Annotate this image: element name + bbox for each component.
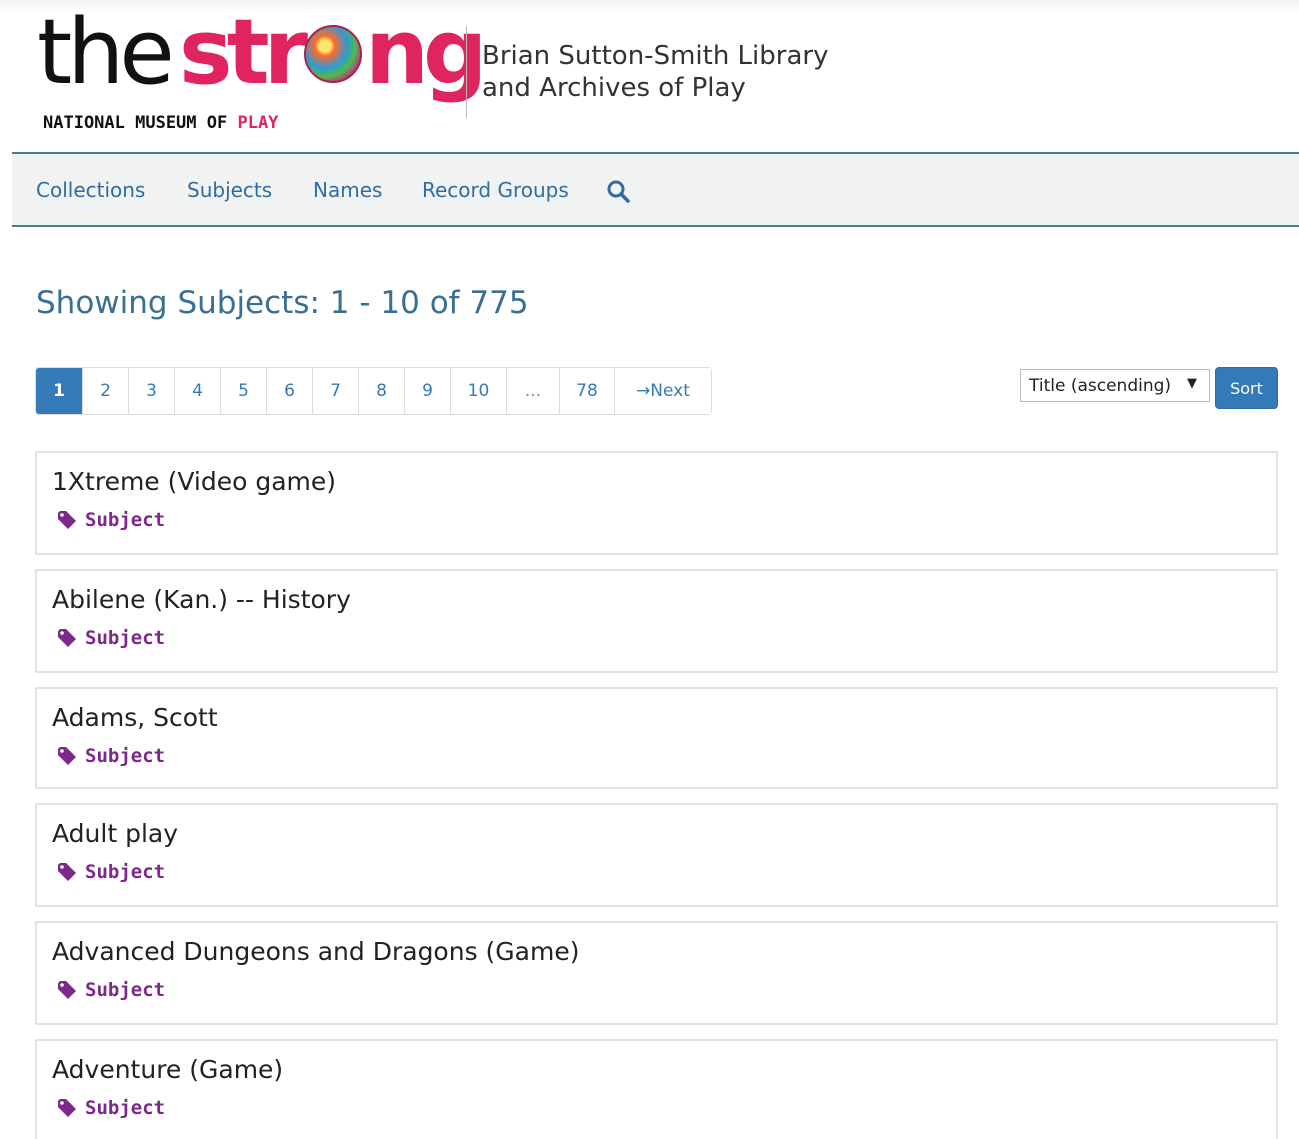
nav-subjects[interactable]: Subjects	[187, 178, 272, 202]
page: the str ng NATIONAL MUSEUM OF PLAY Brian …	[0, 0, 1299, 1139]
header-divider	[466, 26, 467, 118]
library-name: Brian Sutton-Smith Library and Archives …	[482, 41, 829, 103]
sort-button[interactable]: Sort	[1215, 367, 1278, 409]
tag-icon	[58, 863, 76, 881]
page-78[interactable]: 78	[560, 368, 615, 414]
sort-select[interactable]: Title (ascending) ▼	[1020, 369, 1210, 402]
result-type-badge: Subject	[57, 979, 165, 1001]
result-item: Adventure (Game) Subject	[35, 1039, 1278, 1139]
pagination: 1 2 3 4 5 6 7 8 9 10 ... 78 →Next	[35, 367, 712, 415]
marble-icon	[303, 25, 362, 83]
page-8[interactable]: 8	[359, 368, 405, 414]
tag-icon	[58, 747, 76, 765]
main-nav: Collections Subjects Names Record Groups	[12, 152, 1299, 227]
tag-icon	[58, 511, 76, 529]
result-type-badge: Subject	[57, 509, 165, 531]
result-type-badge: Subject	[57, 861, 165, 883]
result-type-badge: Subject	[57, 1097, 165, 1119]
page-3[interactable]: 3	[129, 368, 175, 414]
result-title[interactable]: Adult play	[52, 819, 178, 848]
result-title[interactable]: Adventure (Game)	[52, 1055, 283, 1084]
result-item: Adams, Scott Subject	[35, 687, 1278, 789]
nav-record-groups[interactable]: Record Groups	[422, 178, 569, 202]
page-4[interactable]: 4	[175, 368, 221, 414]
nav-collections[interactable]: Collections	[36, 178, 145, 202]
museum-logo[interactable]: the str ng NATIONAL MUSEUM OF PLAY	[37, 8, 487, 140]
page-9[interactable]: 9	[405, 368, 451, 414]
nav-names[interactable]: Names	[313, 178, 382, 202]
page-7[interactable]: 7	[313, 368, 359, 414]
page-10[interactable]: 10	[451, 368, 507, 414]
result-item: 1Xtreme (Video game) Subject	[35, 451, 1278, 555]
result-title[interactable]: Advanced Dungeons and Dragons (Game)	[52, 937, 579, 966]
page-2[interactable]: 2	[83, 368, 129, 414]
chevron-down-icon: ▼	[1187, 376, 1197, 391]
search-icon[interactable]	[606, 179, 630, 203]
tag-icon	[58, 1099, 76, 1117]
page-6[interactable]: 6	[267, 368, 313, 414]
result-item: Advanced Dungeons and Dragons (Game) Sub…	[35, 921, 1278, 1025]
site-header: the str ng NATIONAL MUSEUM OF PLAY Brian …	[12, 8, 1299, 152]
page-ellipsis: ...	[507, 368, 560, 414]
result-title[interactable]: 1Xtreme (Video game)	[52, 467, 336, 496]
sort-selected-value: Title (ascending)	[1029, 375, 1172, 396]
logo-the-text: the	[37, 0, 175, 105]
result-type-badge: Subject	[57, 627, 165, 649]
result-item: Adult play Subject	[35, 803, 1278, 907]
result-item: Abilene (Kan.) -- History Subject	[35, 569, 1278, 673]
tag-icon	[58, 981, 76, 999]
page-5[interactable]: 5	[221, 368, 267, 414]
result-title[interactable]: Abilene (Kan.) -- History	[52, 585, 351, 614]
tag-icon	[58, 629, 76, 647]
next-page-button[interactable]: →Next	[615, 368, 711, 414]
logo-strong-text: str ng	[179, 0, 487, 105]
results-heading: Showing Subjects: 1 - 10 of 775	[36, 285, 529, 321]
logo-tagline: NATIONAL MUSEUM OF PLAY	[43, 113, 279, 133]
result-type-badge: Subject	[57, 745, 165, 767]
page-1[interactable]: 1	[36, 368, 83, 414]
result-title[interactable]: Adams, Scott	[52, 703, 218, 732]
